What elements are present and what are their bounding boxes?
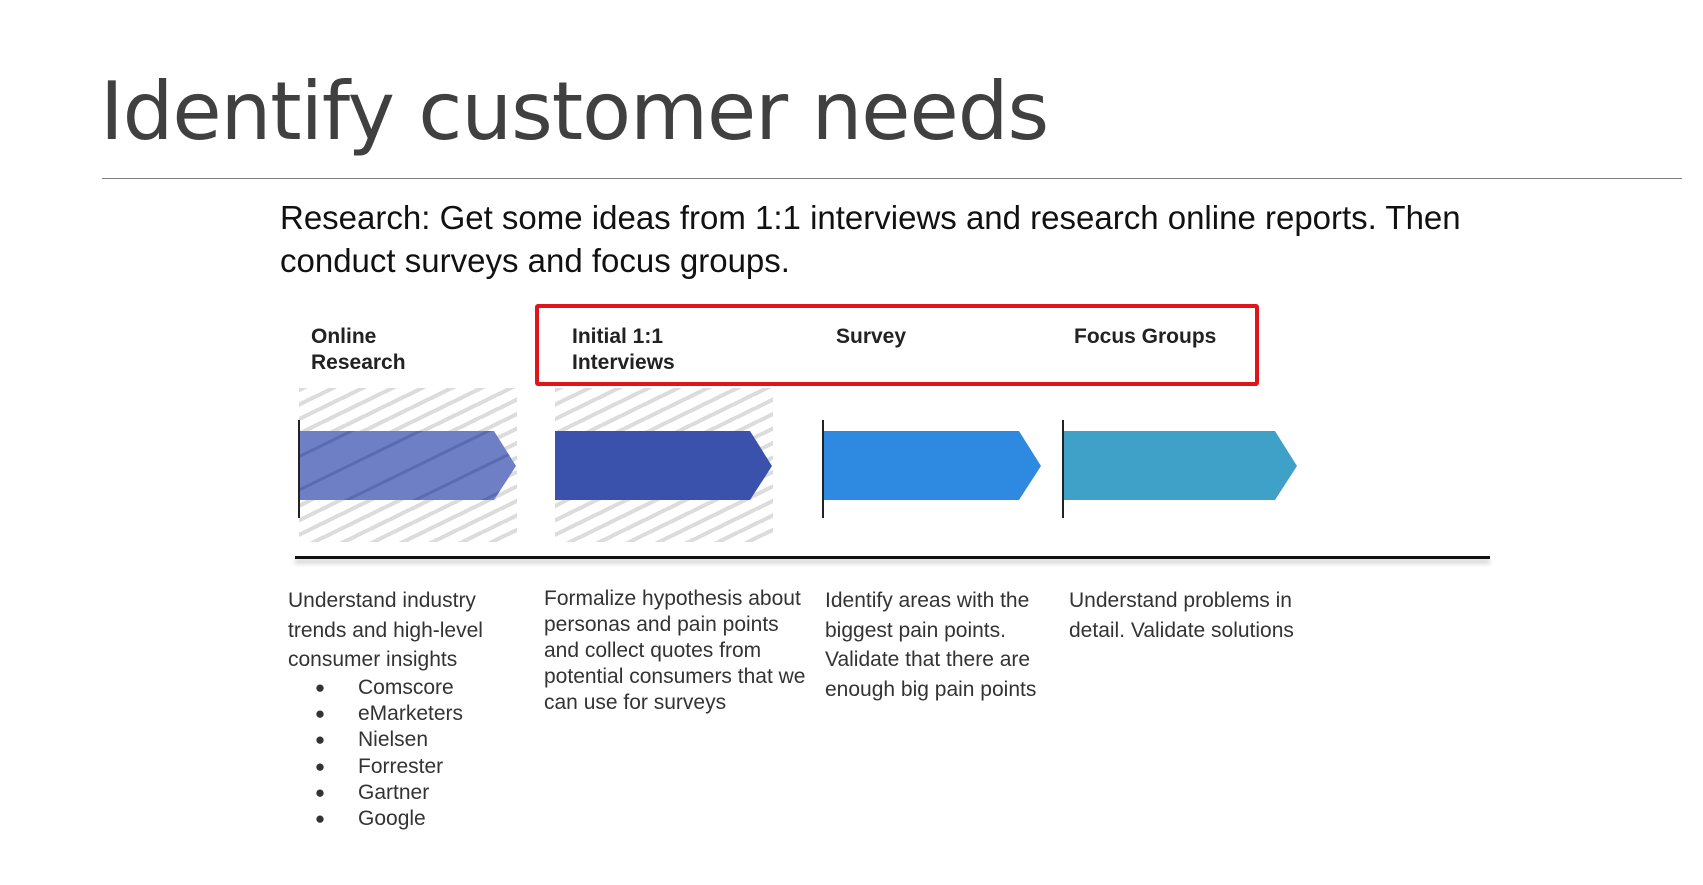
list-item-label: eMarketers bbox=[358, 702, 464, 726]
bullet-icon: ● bbox=[314, 809, 326, 829]
description-text: Understand industry trends and high-leve… bbox=[288, 589, 483, 671]
list-item-label: Gartner bbox=[358, 780, 430, 804]
bullet-icon: ● bbox=[314, 730, 326, 750]
list-item: ● eMarketers bbox=[310, 701, 463, 727]
list-item-label: Comscore bbox=[358, 676, 454, 699]
description-interviews: Formalize hypothesis about personas and … bbox=[544, 586, 806, 716]
source-list: ● Comscore ● eMarketers ● Nielsen ● Forreste… bbox=[310, 675, 463, 832]
arrow-interviews bbox=[555, 431, 772, 500]
description-text: Understand problems in detail. Validate … bbox=[1069, 589, 1294, 642]
marker-survey bbox=[822, 420, 824, 518]
bullet-icon: ● bbox=[314, 678, 326, 697]
timeline-arrows bbox=[300, 431, 1297, 500]
arrow-focus-groups bbox=[1064, 431, 1297, 500]
description-focus-groups: Understand problems in detail. Validate … bbox=[1069, 586, 1309, 645]
bullet-icon: ● bbox=[314, 782, 326, 802]
marker-online-research bbox=[298, 420, 300, 518]
list-item: ● Nielsen bbox=[310, 727, 463, 753]
timeline-baseline bbox=[295, 556, 1490, 559]
arrow-survey bbox=[824, 431, 1041, 500]
list-item-label: Nielsen bbox=[358, 728, 429, 752]
bullet-icon: ● bbox=[314, 704, 326, 724]
description-survey: Identify areas with the biggest pain poi… bbox=[825, 586, 1050, 704]
list-item: ● Comscore bbox=[310, 675, 463, 701]
list-item: ● Google bbox=[310, 806, 463, 832]
slide: Identify customer needs Research: Get so… bbox=[0, 0, 1703, 885]
list-item-label: Forrester bbox=[358, 754, 444, 778]
description-text: Formalize hypothesis about personas and … bbox=[544, 587, 806, 714]
list-item: ● Gartner bbox=[310, 780, 463, 806]
list-item-label: Google bbox=[358, 807, 426, 831]
bullet-icon: ● bbox=[314, 756, 326, 776]
arrow-online-research-stripes bbox=[300, 431, 516, 500]
marker-focus-groups bbox=[1062, 420, 1064, 518]
list-item: ● Forrester bbox=[310, 754, 463, 780]
description-online-research: Understand industry trends and high-leve… bbox=[288, 586, 508, 675]
description-text: Identify areas with the biggest pain poi… bbox=[825, 589, 1037, 701]
